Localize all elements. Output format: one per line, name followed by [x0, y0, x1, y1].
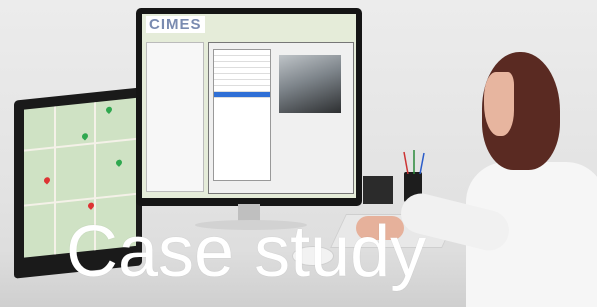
map-pin-icon: [80, 132, 90, 141]
wagon-photo: [279, 55, 341, 113]
brand-logo: CIMES: [146, 16, 205, 33]
caption-text: Case study: [66, 212, 427, 292]
app-window: [208, 42, 354, 194]
map-pin-icon: [114, 158, 124, 167]
list-item: [214, 92, 270, 98]
face: [484, 72, 514, 136]
details-panel: [146, 42, 204, 192]
main-monitor: CIMES: [136, 8, 362, 206]
app-screen: CIMES: [142, 14, 356, 198]
desk-phone: [363, 176, 393, 204]
map-pin-icon: [104, 105, 114, 114]
person: [356, 52, 597, 307]
office-photo: CIMES Case study: [0, 0, 597, 307]
wagon-list: [213, 49, 271, 181]
map-pin-icon: [42, 176, 52, 185]
